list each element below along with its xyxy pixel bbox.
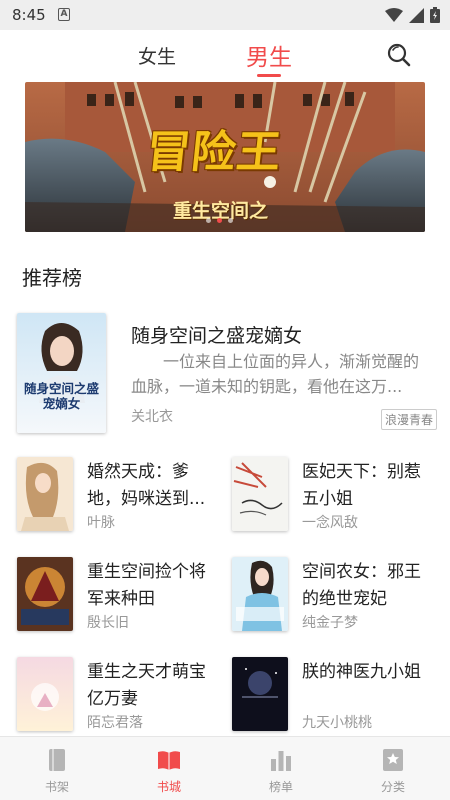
banner-pager (206, 218, 233, 223)
tab-girl[interactable]: 女生 (138, 42, 176, 69)
status-bar: 8:45 A (0, 0, 450, 30)
tab-boy[interactable]: 男生 (246, 38, 292, 72)
book-title[interactable]: 朕的神医九小姐 (302, 659, 437, 713)
book-item[interactable]: 重生空间捡个将军来种田 殷长旧 (17, 557, 227, 637)
book-cover[interactable] (17, 457, 73, 531)
top-tab-bar: 女生 男生 (0, 30, 450, 80)
category-icon (383, 749, 403, 771)
book-cover[interactable] (17, 557, 73, 631)
nav-label: 书架 (44, 780, 69, 794)
status-time: 8:45 (12, 6, 46, 24)
a-box-icon: A (58, 8, 70, 21)
featured-tag: 浪漫青春 (380, 409, 437, 430)
featured-title[interactable]: 随身空间之盛宠嫡女 (131, 321, 302, 348)
book-cover-art (17, 557, 73, 631)
book-author: 九天小桃桃 (302, 715, 372, 731)
featured-author: 关北衣 (131, 409, 173, 425)
nav-label: 书城 (156, 780, 181, 794)
book-cover-art (17, 657, 73, 731)
search-icon[interactable] (386, 42, 412, 68)
book-author: 殷长旧 (87, 615, 129, 631)
book-title[interactable]: 空间农女：邪王的绝世宠妃 (302, 559, 437, 613)
nav-bookshelf[interactable]: 书架 (27, 747, 87, 795)
banner-title: 冒险王 (143, 127, 285, 178)
book-cover[interactable] (232, 557, 288, 631)
book-title[interactable]: 医妃天下：别惹五小姐 (302, 459, 437, 513)
book-cover-art (232, 557, 288, 631)
book-author: 陌忘君落 (87, 715, 143, 731)
book-cover[interactable] (17, 657, 73, 731)
section-title: 推荐榜 (22, 266, 82, 290)
book-title[interactable]: 重生空间捡个将军来种田 (87, 559, 222, 613)
bookstore-icon (158, 751, 180, 770)
nav-category[interactable]: 分类 (363, 747, 423, 795)
signal-icon (409, 7, 424, 23)
book-author: 一念风敌 (302, 515, 358, 531)
book-item[interactable]: 重生之天才萌宝亿万妻 陌忘君落 (17, 657, 227, 737)
book-item[interactable]: 婚然天成：爹地，妈咪送到... 叶脉 (17, 457, 227, 537)
book-item[interactable]: 空间农女：邪王的绝世宠妃 纯金子梦 (232, 557, 442, 637)
nav-label: 榜单 (268, 780, 293, 794)
nav-ranking[interactable]: 榜单 (251, 747, 311, 795)
book-cover[interactable] (232, 657, 288, 731)
pager-dot (228, 218, 233, 223)
status-icons (385, 7, 440, 23)
book-cover[interactable] (232, 457, 288, 531)
book-title[interactable]: 婚然天成：爹地，妈咪送到... (87, 459, 222, 513)
nav-label: 分类 (380, 780, 405, 794)
nav-bookstore[interactable]: 书城 (139, 747, 199, 795)
wifi-icon (385, 8, 403, 22)
active-tab-indicator (257, 74, 281, 77)
book-cover-art (17, 457, 73, 531)
featured-cover-art (17, 313, 106, 433)
book-item[interactable]: 朕的神医九小姐 九天小桃桃 (232, 657, 442, 737)
bookshelf-icon (49, 749, 65, 771)
promo-banner[interactable]: 冒险王 重生空间之 (25, 82, 425, 232)
battery-icon (430, 7, 440, 23)
featured-description: 一位来自上位面的异人，渐渐觉醒的血脉，一道未知的钥匙，看他在这万... (131, 352, 420, 396)
book-title[interactable]: 重生之天才萌宝亿万妻 (87, 659, 222, 713)
book-cover-art (232, 657, 288, 731)
chart-icon (271, 751, 291, 771)
featured-book[interactable]: 随身空间之盛宠嫡女 随身空间之盛宠嫡女 一位来自上位面的异人，渐渐觉醒的血脉，一… (17, 313, 437, 435)
book-item[interactable]: 医妃天下：别惹五小姐 一念风敌 (232, 457, 442, 537)
featured-cover[interactable]: 随身空间之盛宠嫡女 (17, 313, 106, 433)
book-author: 纯金子梦 (302, 615, 358, 631)
featured-cover-title: 随身空间之盛宠嫡女 (23, 381, 99, 411)
pager-dot-active (217, 218, 222, 223)
bottom-nav: 书架 书城 榜单 分类 (0, 736, 450, 800)
pager-dot (206, 218, 211, 223)
book-author: 叶脉 (87, 515, 115, 531)
book-cover-art (232, 457, 288, 531)
